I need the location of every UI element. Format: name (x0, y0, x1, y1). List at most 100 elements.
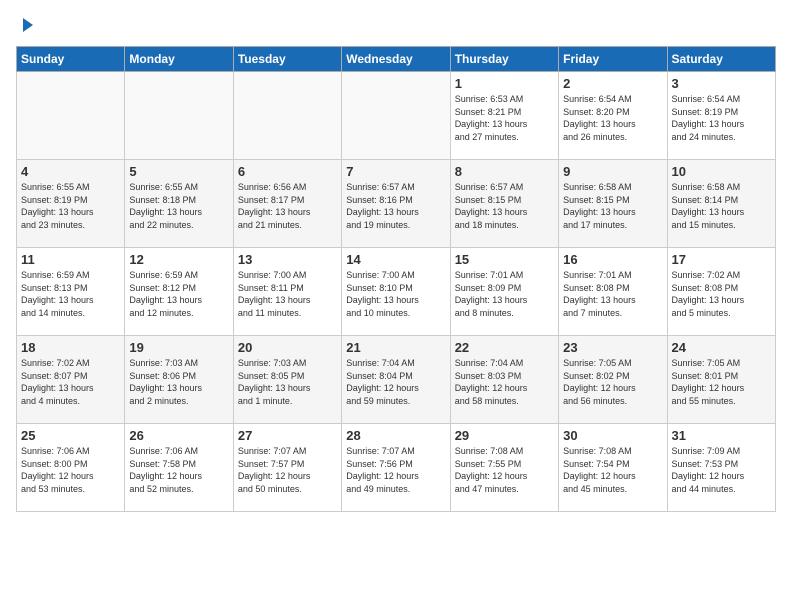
day-number: 9 (563, 164, 662, 179)
day-info: Sunrise: 6:57 AM Sunset: 8:16 PM Dayligh… (346, 181, 445, 231)
day-cell-4: 4 Sunrise: 6:55 AM Sunset: 8:19 PM Daylig… (17, 160, 125, 248)
calendar-table: SundayMondayTuesdayWednesdayThursdayFrid… (16, 46, 776, 512)
day-cell-11: 11 Sunrise: 6:59 AM Sunset: 8:13 PM Dayli… (17, 248, 125, 336)
empty-cell (17, 72, 125, 160)
logo (16, 16, 35, 34)
day-cell-12: 12 Sunrise: 6:59 AM Sunset: 8:12 PM Dayli… (125, 248, 233, 336)
day-cell-22: 22 Sunrise: 7:04 AM Sunset: 8:03 PM Dayli… (450, 336, 558, 424)
day-cell-31: 31Sunrise: 7:09 AM Sunset: 7:53 PM Dayli… (667, 424, 775, 512)
day-cell-18: 18 Sunrise: 7:02 AM Sunset: 8:07 PM Dayli… (17, 336, 125, 424)
calendar-header (16, 16, 776, 34)
day-info: Sunrise: 7:02 AM Sunset: 8:07 PM Dayligh… (21, 357, 120, 407)
day-info: Sunrise: 7:01 AM Sunset: 8:09 PM Dayligh… (455, 269, 554, 319)
day-info: Sunrise: 6:56 AM Sunset: 8:17 PM Dayligh… (238, 181, 337, 231)
day-number: 13 (238, 252, 337, 267)
day-cell-19: 19 Sunrise: 7:03 AM Sunset: 8:06 PM Dayli… (125, 336, 233, 424)
day-info: Sunrise: 6:53 AM Sunset: 8:21 PM Dayligh… (455, 93, 554, 143)
day-info: Sunrise: 6:59 AM Sunset: 8:12 PM Dayligh… (129, 269, 228, 319)
weekday-header-thursday: Thursday (450, 47, 558, 72)
day-cell-20: 20Sunrise: 7:03 AM Sunset: 8:05 PM Dayli… (233, 336, 341, 424)
weekday-header-monday: Monday (125, 47, 233, 72)
week-row-1: 1 Sunrise: 6:53 AM Sunset: 8:21 PM Daylig… (17, 72, 776, 160)
day-info: Sunrise: 7:07 AM Sunset: 7:57 PM Dayligh… (238, 445, 337, 495)
day-info: Sunrise: 7:08 AM Sunset: 7:54 PM Dayligh… (563, 445, 662, 495)
day-cell-5: 5Sunrise: 6:55 AM Sunset: 8:18 PM Daylig… (125, 160, 233, 248)
day-cell-27: 27 Sunrise: 7:07 AM Sunset: 7:57 PM Dayli… (233, 424, 341, 512)
day-cell-2: 2 Sunrise: 6:54 AM Sunset: 8:20 PM Daylig… (559, 72, 667, 160)
day-info: Sunrise: 7:06 AM Sunset: 8:00 PM Dayligh… (21, 445, 120, 495)
day-info: Sunrise: 7:05 AM Sunset: 8:02 PM Dayligh… (563, 357, 662, 407)
day-info: Sunrise: 6:55 AM Sunset: 8:19 PM Dayligh… (21, 181, 120, 231)
day-info: Sunrise: 6:59 AM Sunset: 8:13 PM Dayligh… (21, 269, 120, 319)
day-info: Sunrise: 7:07 AM Sunset: 7:56 PM Dayligh… (346, 445, 445, 495)
day-number: 30 (563, 428, 662, 443)
day-number: 11 (21, 252, 120, 267)
empty-cell (125, 72, 233, 160)
day-info: Sunrise: 7:04 AM Sunset: 8:03 PM Dayligh… (455, 357, 554, 407)
day-cell-13: 13 Sunrise: 7:00 AM Sunset: 8:11 PM Dayli… (233, 248, 341, 336)
day-cell-7: 7 Sunrise: 6:57 AM Sunset: 8:16 PM Daylig… (342, 160, 450, 248)
day-number: 25 (21, 428, 120, 443)
weekday-header-friday: Friday (559, 47, 667, 72)
day-info: Sunrise: 7:05 AM Sunset: 8:01 PM Dayligh… (672, 357, 771, 407)
empty-cell (233, 72, 341, 160)
day-info: Sunrise: 7:08 AM Sunset: 7:55 PM Dayligh… (455, 445, 554, 495)
day-info: Sunrise: 7:01 AM Sunset: 8:08 PM Dayligh… (563, 269, 662, 319)
day-number: 1 (455, 76, 554, 91)
day-cell-25: 25 Sunrise: 7:06 AM Sunset: 8:00 PM Dayli… (17, 424, 125, 512)
weekday-header-saturday: Saturday (667, 47, 775, 72)
day-info: Sunrise: 7:02 AM Sunset: 8:08 PM Dayligh… (672, 269, 771, 319)
day-number: 28 (346, 428, 445, 443)
day-number: 18 (21, 340, 120, 355)
week-row-4: 18 Sunrise: 7:02 AM Sunset: 8:07 PM Dayli… (17, 336, 776, 424)
day-info: Sunrise: 6:54 AM Sunset: 8:19 PM Dayligh… (672, 93, 771, 143)
day-number: 4 (21, 164, 120, 179)
weekday-header-row: SundayMondayTuesdayWednesdayThursdayFrid… (17, 47, 776, 72)
day-cell-21: 21 Sunrise: 7:04 AM Sunset: 8:04 PM Dayli… (342, 336, 450, 424)
day-cell-10: 10Sunrise: 6:58 AM Sunset: 8:14 PM Dayli… (667, 160, 775, 248)
day-cell-17: 17Sunrise: 7:02 AM Sunset: 8:08 PM Dayli… (667, 248, 775, 336)
day-cell-3: 3 Sunrise: 6:54 AM Sunset: 8:19 PM Daylig… (667, 72, 775, 160)
day-info: Sunrise: 7:06 AM Sunset: 7:58 PM Dayligh… (129, 445, 228, 495)
day-cell-30: 30 Sunrise: 7:08 AM Sunset: 7:54 PM Dayli… (559, 424, 667, 512)
day-info: Sunrise: 6:54 AM Sunset: 8:20 PM Dayligh… (563, 93, 662, 143)
day-cell-23: 23 Sunrise: 7:05 AM Sunset: 8:02 PM Dayli… (559, 336, 667, 424)
weekday-header-tuesday: Tuesday (233, 47, 341, 72)
day-info: Sunrise: 7:09 AM Sunset: 7:53 PM Dayligh… (672, 445, 771, 495)
day-cell-29: 29 Sunrise: 7:08 AM Sunset: 7:55 PM Dayli… (450, 424, 558, 512)
day-number: 27 (238, 428, 337, 443)
day-number: 29 (455, 428, 554, 443)
day-number: 23 (563, 340, 662, 355)
week-row-5: 25 Sunrise: 7:06 AM Sunset: 8:00 PM Dayli… (17, 424, 776, 512)
day-number: 8 (455, 164, 554, 179)
day-number: 10 (672, 164, 771, 179)
day-number: 5 (129, 164, 228, 179)
day-cell-1: 1 Sunrise: 6:53 AM Sunset: 8:21 PM Daylig… (450, 72, 558, 160)
day-cell-6: 6 Sunrise: 6:56 AM Sunset: 8:17 PM Daylig… (233, 160, 341, 248)
day-number: 15 (455, 252, 554, 267)
day-number: 7 (346, 164, 445, 179)
day-cell-26: 26 Sunrise: 7:06 AM Sunset: 7:58 PM Dayli… (125, 424, 233, 512)
day-cell-24: 24Sunrise: 7:05 AM Sunset: 8:01 PM Dayli… (667, 336, 775, 424)
day-number: 22 (455, 340, 554, 355)
day-number: 16 (563, 252, 662, 267)
day-cell-9: 9Sunrise: 6:58 AM Sunset: 8:15 PM Daylig… (559, 160, 667, 248)
day-cell-8: 8Sunrise: 6:57 AM Sunset: 8:15 PM Daylig… (450, 160, 558, 248)
weekday-header-sunday: Sunday (17, 47, 125, 72)
day-number: 2 (563, 76, 662, 91)
day-cell-28: 28 Sunrise: 7:07 AM Sunset: 7:56 PM Dayli… (342, 424, 450, 512)
day-number: 6 (238, 164, 337, 179)
week-row-3: 11 Sunrise: 6:59 AM Sunset: 8:13 PM Dayli… (17, 248, 776, 336)
empty-cell (342, 72, 450, 160)
day-cell-14: 14Sunrise: 7:00 AM Sunset: 8:10 PM Dayli… (342, 248, 450, 336)
day-number: 12 (129, 252, 228, 267)
day-number: 19 (129, 340, 228, 355)
day-number: 26 (129, 428, 228, 443)
day-info: Sunrise: 7:03 AM Sunset: 8:06 PM Dayligh… (129, 357, 228, 407)
day-info: Sunrise: 7:04 AM Sunset: 8:04 PM Dayligh… (346, 357, 445, 407)
day-number: 21 (346, 340, 445, 355)
week-row-2: 4 Sunrise: 6:55 AM Sunset: 8:19 PM Daylig… (17, 160, 776, 248)
day-info: Sunrise: 7:00 AM Sunset: 8:11 PM Dayligh… (238, 269, 337, 319)
day-cell-15: 15 Sunrise: 7:01 AM Sunset: 8:09 PM Dayli… (450, 248, 558, 336)
day-number: 3 (672, 76, 771, 91)
